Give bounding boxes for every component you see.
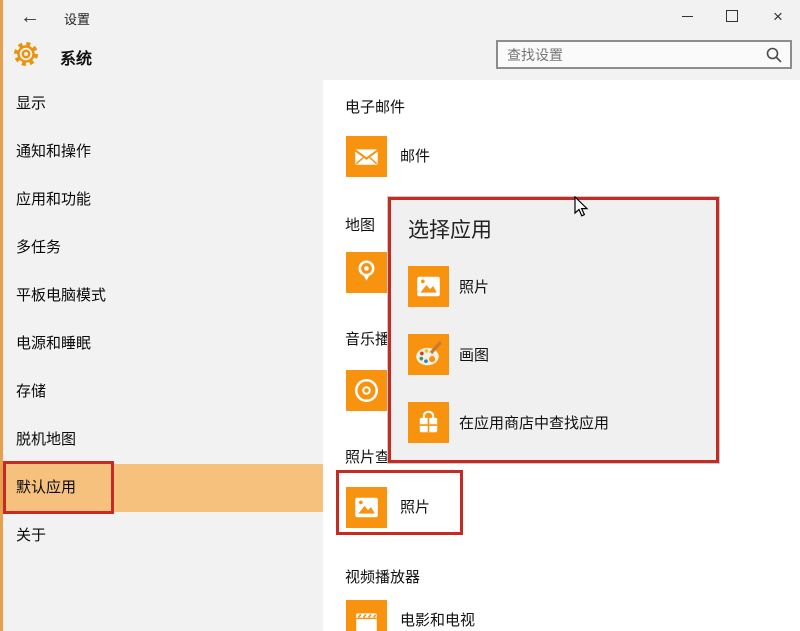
search-input[interactable]	[498, 47, 765, 63]
maps-app-tile[interactable]	[346, 252, 387, 293]
mail-app-label: 邮件	[400, 136, 430, 177]
store-tile	[408, 402, 449, 443]
mail-icon	[346, 136, 387, 177]
movies-tv-app-tile[interactable]	[346, 600, 387, 631]
close-button[interactable]: ×	[762, 2, 794, 30]
close-icon: ×	[773, 8, 783, 25]
sidebar-item-notifications[interactable]: 通知和操作	[3, 128, 323, 176]
photos-app-tile[interactable]	[346, 487, 387, 528]
sidebar-item-multitasking[interactable]: 多任务	[3, 224, 323, 272]
sidebar-item-tablet-mode[interactable]: 平板电脑模式	[3, 272, 323, 320]
search-box[interactable]	[496, 40, 792, 69]
photos-tile	[408, 266, 449, 307]
mail-app-tile[interactable]	[346, 136, 387, 177]
sidebar-item-display[interactable]: 显示	[3, 80, 323, 128]
gear-icon	[13, 41, 39, 67]
sidebar-item-about[interactable]: 关于	[3, 512, 323, 560]
sidebar-item-default-apps[interactable]: 默认应用	[3, 464, 323, 512]
sidebar-item-apps-features[interactable]: 应用和功能	[3, 176, 323, 224]
maximize-icon	[726, 10, 738, 22]
sidebar-item-power-sleep[interactable]: 电源和睡眠	[3, 320, 323, 368]
sidebar: 显示 通知和操作 应用和功能 多任务 平板电脑模式 电源和睡眠 存储 脱机地图 …	[3, 80, 323, 631]
section-heading-video-player: 视频播放器	[345, 566, 420, 587]
sidebar-item-storage[interactable]: 存储	[3, 368, 323, 416]
paint-tile	[408, 334, 449, 375]
photos-icon	[346, 487, 387, 528]
back-button[interactable]: ←	[17, 4, 43, 30]
maximize-button[interactable]	[716, 2, 748, 30]
music-disc-icon	[346, 370, 387, 411]
sidebar-item-offline-maps[interactable]: 脱机地图	[3, 416, 323, 464]
popup-item-label: 照片	[459, 276, 489, 297]
search-icon	[765, 46, 783, 64]
choose-app-popup: 选择应用 照片	[388, 197, 719, 463]
popup-item-photos[interactable]: 照片	[408, 266, 489, 307]
movies-tv-icon	[346, 600, 387, 631]
photos-icon	[408, 266, 449, 307]
window-title: 设置	[64, 9, 90, 28]
section-heading-maps: 地图	[345, 214, 375, 235]
map-pin-icon	[346, 252, 387, 293]
store-icon	[408, 402, 449, 443]
popup-item-paint[interactable]: 画图	[408, 334, 489, 375]
settings-window: ← 设置 × 系统 显示 通知和操作 应用和功能 多任务 平板电脑模式 电源和睡…	[0, 0, 800, 631]
paint-icon	[408, 334, 449, 375]
minimize-icon	[682, 16, 693, 17]
page-title: 系统	[60, 45, 92, 69]
popup-title: 选择应用	[408, 214, 492, 244]
movies-tv-app-label: 电影和电视	[400, 600, 475, 631]
popup-item-label: 在应用商店中查找应用	[459, 412, 609, 433]
popup-item-store[interactable]: 在应用商店中查找应用	[408, 402, 609, 443]
section-heading-email: 电子邮件	[345, 96, 405, 117]
photos-app-label: 照片	[400, 487, 430, 528]
music-app-tile[interactable]	[346, 370, 387, 411]
minimize-button[interactable]	[671, 2, 703, 30]
popup-item-label: 画图	[459, 344, 489, 365]
